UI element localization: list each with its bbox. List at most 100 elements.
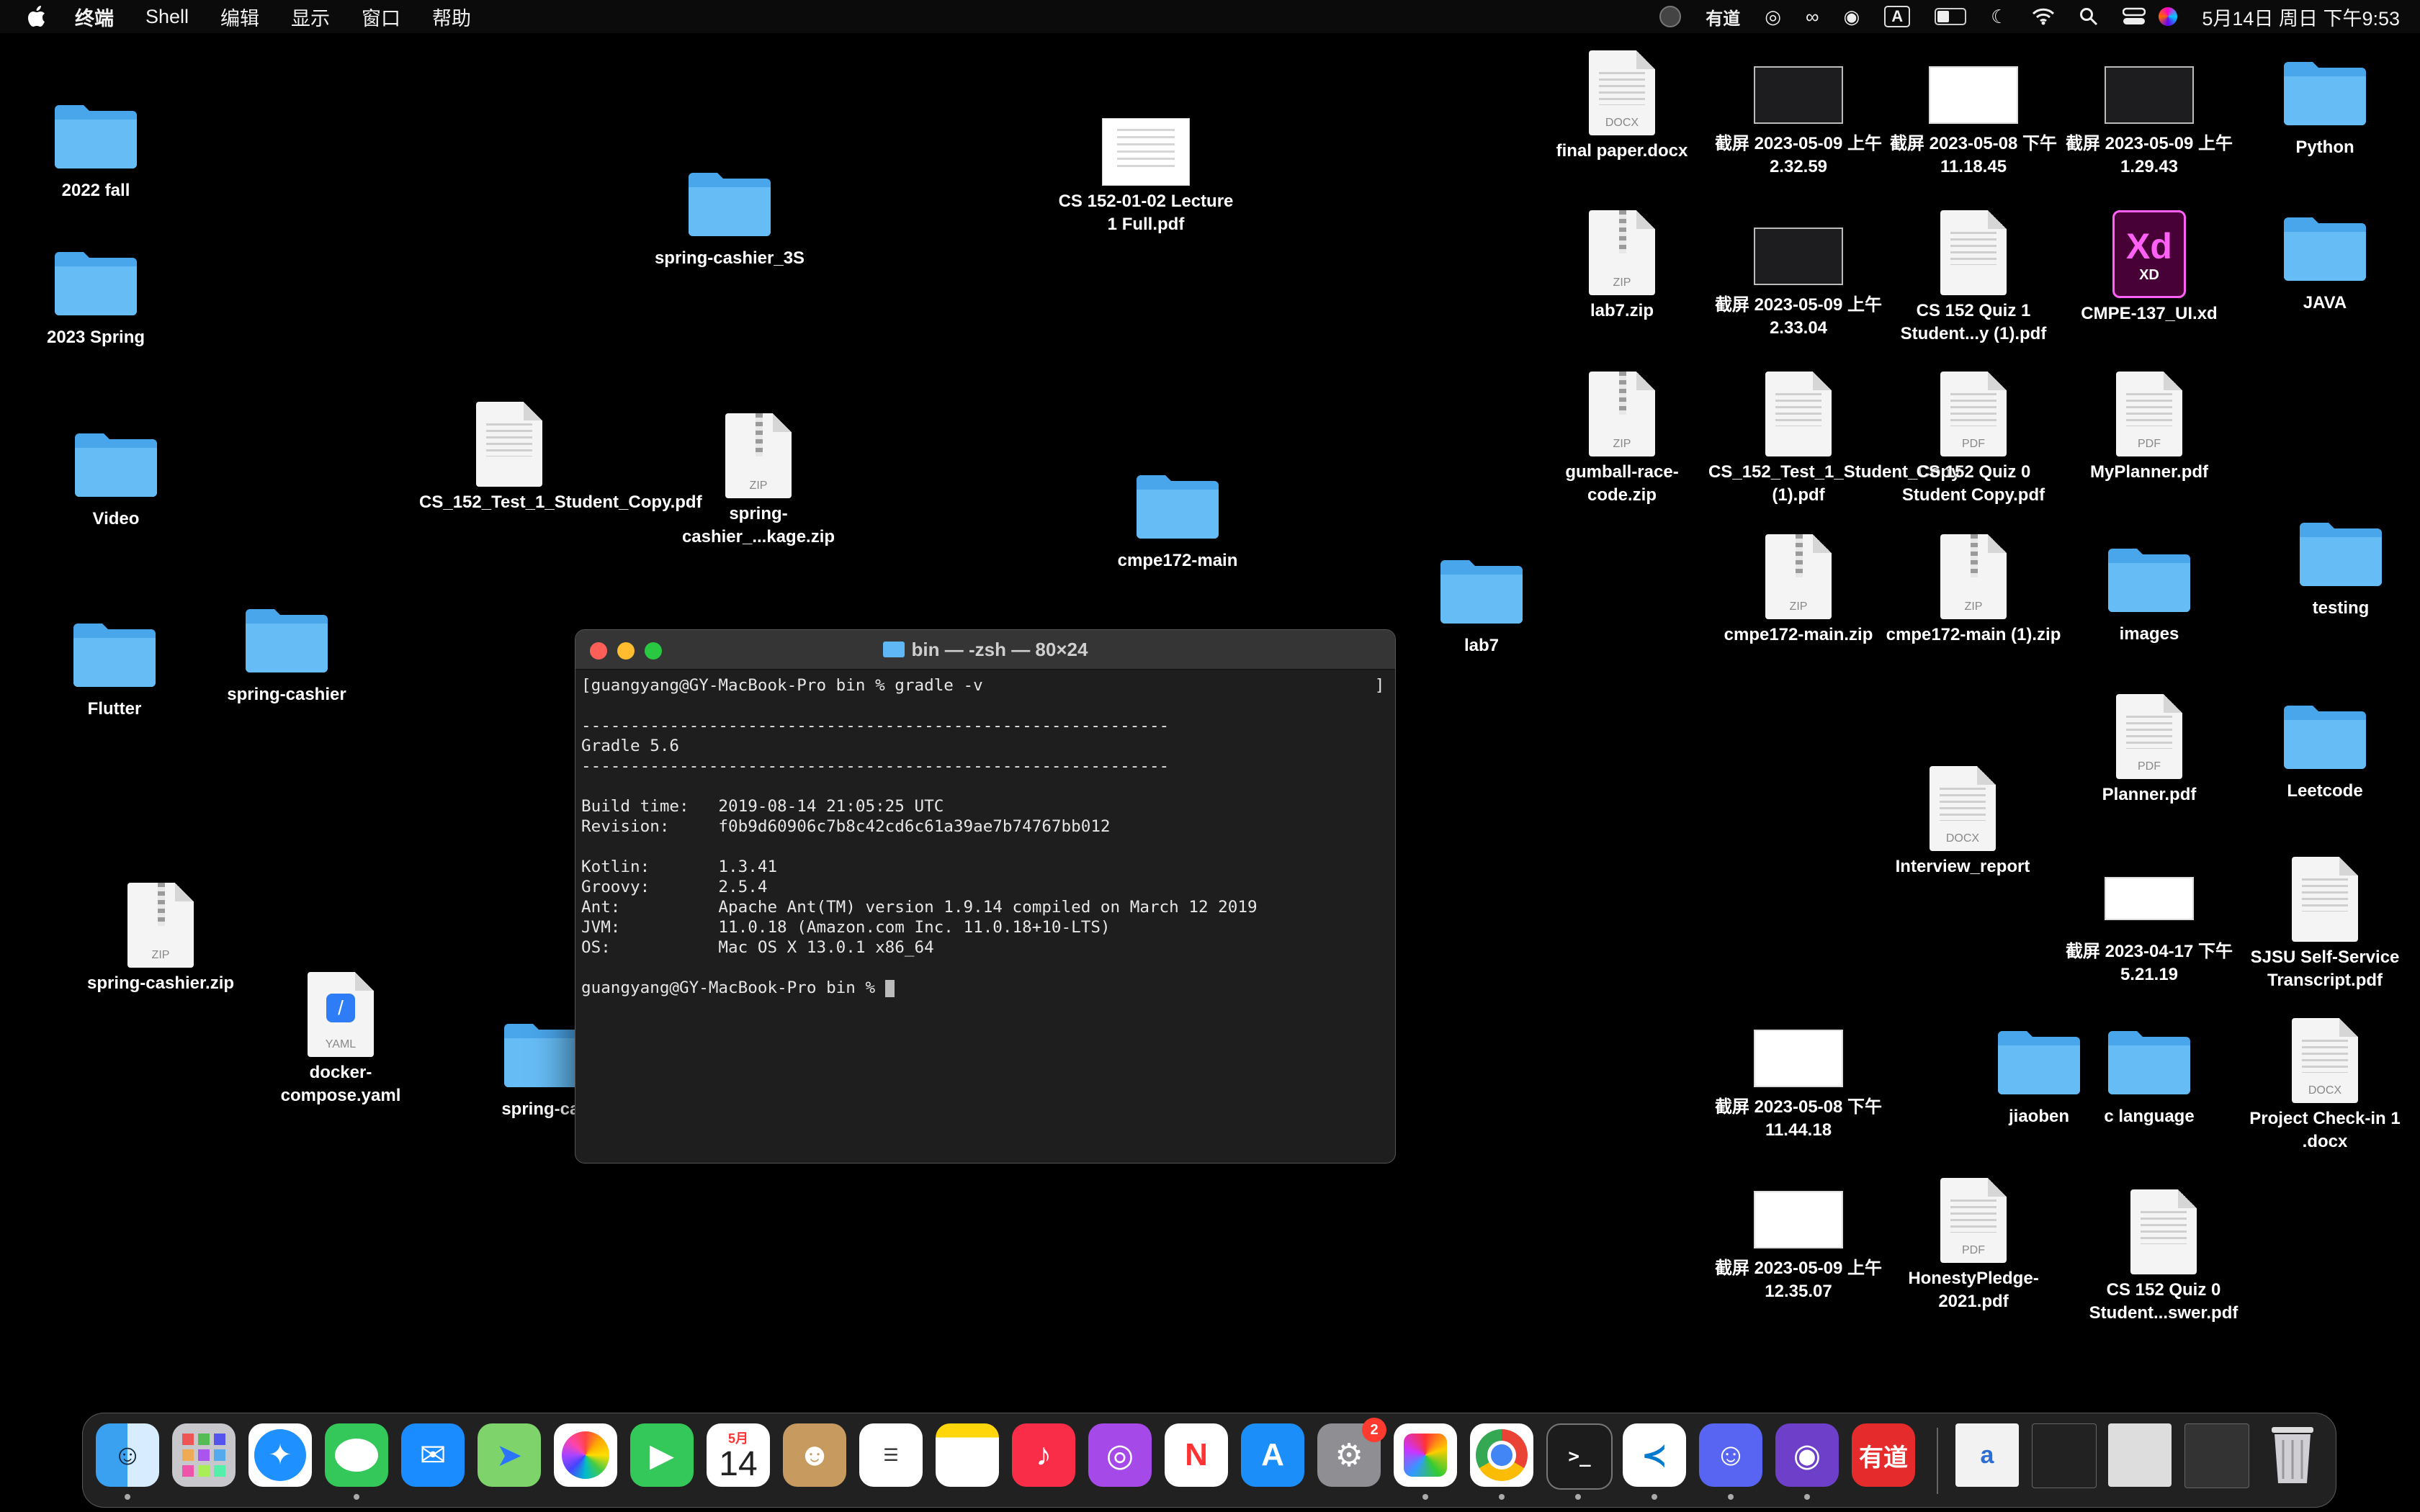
podcasts-icon[interactable]: ◎: [1088, 1423, 1152, 1487]
desktop-folder-cmpe172-main[interactable]: cmpe172-main: [1088, 469, 1268, 572]
desktop-folder-2023-spring[interactable]: 2023 Spring: [6, 246, 186, 349]
desktop-screenshot-0509-0129[interactable]: 截屏 2023-05-09 上午1.29.43: [2059, 66, 2239, 179]
desktop-file-docker-compose[interactable]: / YAML docker-compose.yaml: [251, 972, 431, 1107]
terminal-window[interactable]: bin — -zsh — 80×24 [guangyang@GY-MacBook…: [575, 629, 1396, 1164]
zoom-button[interactable]: [645, 642, 662, 660]
desktop-folder-2022-fall[interactable]: 2022 fall: [6, 99, 186, 202]
pixelmator-icon[interactable]: [1394, 1423, 1457, 1487]
menu-window[interactable]: 窗口: [362, 3, 400, 31]
youdao-icon[interactable]: 有道: [1706, 4, 1740, 30]
system-settings-icon[interactable]: ⚙ 2: [1317, 1418, 1386, 1487]
desktop-file-cs152-test1[interactable]: CS_152_Test_1_Student_Copy.pdf: [419, 402, 702, 514]
desktop-file-final-paper[interactable]: DOCX final paper.docx: [1532, 50, 1712, 163]
app-store-icon[interactable]: A: [1241, 1423, 1304, 1487]
music-icon[interactable]: ♪: [1012, 1423, 1075, 1487]
desktop-file-cs152-quiz1[interactable]: CS 152 Quiz 1 Student...y (1).pdf: [1883, 210, 2063, 346]
desktop-file-honesty-pledge[interactable]: PDF HonestyPledge-2021.pdf: [1883, 1178, 2063, 1313]
menu-clock[interactable]: 5月14日 周日 下午9:53: [2202, 3, 2400, 31]
close-button[interactable]: [590, 642, 607, 660]
vscode-icon[interactable]: ≺: [1623, 1423, 1686, 1487]
spotlight-icon[interactable]: [2079, 7, 2098, 26]
notes-icon[interactable]: [936, 1423, 999, 1487]
news-icon[interactable]: N: [1165, 1423, 1228, 1487]
menu-app-terminal[interactable]: 终端: [75, 3, 114, 31]
desktop-file-interview-report[interactable]: DOCX Interview_report: [1873, 766, 2053, 878]
desktop-screenshot-0417[interactable]: 截屏 2023-04-17 下午5.21.19: [2059, 877, 2239, 986]
item-label: lab7.zip: [1590, 301, 1654, 320]
maps-icon[interactable]: ➤: [478, 1423, 541, 1487]
terminal-icon[interactable]: >_: [1546, 1423, 1613, 1490]
control-center-icon[interactable]: [2123, 7, 2146, 26]
downloads-stack-icon[interactable]: a: [1955, 1423, 2019, 1487]
desktop-screenshot-0509-1235[interactable]: 截屏 2023-05-09 上午12.35.07: [1708, 1191, 1888, 1303]
desktop-folder-video[interactable]: Video: [26, 428, 206, 531]
record-icon[interactable]: [1659, 6, 1682, 27]
calendar-icon[interactable]: 5月 14: [707, 1423, 770, 1487]
desktop-file-lab7-zip[interactable]: ZIP lab7.zip: [1532, 210, 1712, 323]
recent-screenshot-thumb-1[interactable]: [2032, 1423, 2097, 1488]
terminal-output[interactable]: [guangyang@GY-MacBook-Pro bin % gradle -…: [575, 670, 1395, 1004]
desktop-file-planner[interactable]: PDF Planner.pdf: [2059, 694, 2239, 806]
creative-cloud-icon[interactable]: ∞: [1806, 6, 1819, 28]
desktop-file-spring-cashier-package-zip[interactable]: ZIP spring-cashier_...kage.zip: [668, 413, 848, 549]
desktop-screenshot-0508-1144[interactable]: 截屏 2023-05-08 下午11.44.18: [1708, 1030, 1888, 1142]
input-method-icon[interactable]: A: [1884, 6, 1911, 27]
recent-screenshot-thumb-3[interactable]: [2184, 1423, 2249, 1488]
menu-help[interactable]: 帮助: [432, 3, 471, 31]
menu-edit[interactable]: 编辑: [220, 3, 259, 31]
discord-icon[interactable]: ☺: [1699, 1423, 1762, 1487]
safari-icon[interactable]: ✦: [248, 1423, 312, 1487]
github-desktop-icon[interactable]: ◉: [1775, 1423, 1839, 1487]
desktop-screenshot-0508-1118[interactable]: 截屏 2023-05-08 下午11.18.45: [1883, 66, 2063, 179]
menu-shell[interactable]: Shell: [145, 6, 189, 28]
minimize-button[interactable]: [617, 642, 635, 660]
desktop-file-myplanner[interactable]: PDF MyPlanner.pdf: [2059, 372, 2239, 484]
desktop-file-cmpe172-zip[interactable]: ZIP cmpe172-main.zip: [1708, 534, 1888, 647]
desktop-file-gumball-zip[interactable]: ZIP gumball-race-code.zip: [1532, 372, 1712, 507]
apple-menu-icon[interactable]: [27, 6, 46, 27]
desktop-folder-spring-cashier[interactable]: spring-cashier: [197, 603, 377, 706]
desktop-folder-python[interactable]: Python: [2235, 56, 2415, 159]
desktop-file-project-checkin[interactable]: DOCX Project Check-in 1 .docx: [2235, 1018, 2415, 1153]
zip-archive-icon: ZIP: [725, 413, 792, 498]
input-method-label: A: [1884, 6, 1911, 27]
trash-icon[interactable]: [2261, 1423, 2324, 1487]
photos-icon[interactable]: [554, 1423, 617, 1487]
desktop-file-cs152-quiz0-answer[interactable]: CS 152 Quiz 0 Student...swer.pdf: [2074, 1189, 2254, 1325]
desktop-folder-leetcode[interactable]: Leetcode: [2235, 700, 2415, 803]
desktop-file-cs152-test1-copy1[interactable]: CS_152_Test_1_Student_Copy (1).pdf: [1708, 372, 1960, 507]
desktop-file-sjsu-transcript[interactable]: SJSU Self-Service Transcript.pdf: [2235, 857, 2415, 992]
weibo-icon[interactable]: ◎: [1765, 6, 1781, 28]
desktop-folder-images[interactable]: images: [2059, 543, 2239, 646]
user-icon[interactable]: ◉: [1844, 6, 1860, 28]
desktop-file-cmpe137-xd[interactable]: Xd XD CMPE-137_UI.xd: [2059, 210, 2239, 325]
desktop-file-cs152-lecture[interactable]: CS 152-01-02 Lecture 1 Full.pdf: [1056, 118, 1236, 236]
desktop-folder-flutter[interactable]: Flutter: [24, 618, 205, 721]
desktop-screenshot-0509-0233[interactable]: 截屏 2023-05-09 上午2.33.04: [1708, 228, 1888, 340]
chrome-icon[interactable]: [1470, 1423, 1533, 1487]
reminders-icon[interactable]: ☰: [859, 1423, 923, 1487]
desktop-file-spring-cashier-zip[interactable]: ZIP spring-cashier.zip: [71, 883, 251, 995]
facetime-icon[interactable]: ▶: [630, 1423, 694, 1487]
desktop-folder-c-language[interactable]: c language: [2059, 1025, 2239, 1128]
desktop-file-cmpe172-zip-1[interactable]: ZIP cmpe172-main (1).zip: [1883, 534, 2063, 647]
youdao-dict-icon[interactable]: 有道: [1852, 1423, 1915, 1487]
wifi-icon[interactable]: [2032, 8, 2055, 25]
siri-icon[interactable]: [2159, 7, 2178, 26]
terminal-titlebar[interactable]: bin — -zsh — 80×24: [575, 630, 1395, 670]
menu-view[interactable]: 显示: [291, 3, 330, 31]
mail-icon[interactable]: ✉: [401, 1423, 465, 1487]
finder-icon[interactable]: ☺: [96, 1423, 159, 1487]
desktop-folder-lab7[interactable]: lab7: [1392, 554, 1572, 657]
desktop-file-cs152-quiz0[interactable]: PDF CS 152 Quiz 0 Student Copy.pdf: [1883, 372, 2063, 507]
focus-moon-icon[interactable]: ☾: [1991, 6, 2007, 28]
desktop-folder-java[interactable]: JAVA: [2235, 212, 2415, 315]
recent-screenshot-thumb-2[interactable]: [2108, 1423, 2172, 1487]
launchpad-icon[interactable]: [172, 1423, 236, 1487]
desktop-folder-spring-cashier-3s[interactable]: spring-cashier_3S: [640, 167, 820, 270]
desktop-screenshot-0509-0232[interactable]: 截屏 2023-05-09 上午2.32.59: [1708, 66, 1888, 179]
contacts-icon[interactable]: ☻: [783, 1423, 846, 1487]
desktop-folder-testing[interactable]: testing: [2251, 517, 2420, 620]
messages-icon[interactable]: [325, 1423, 388, 1487]
battery-icon[interactable]: [1935, 8, 1967, 25]
